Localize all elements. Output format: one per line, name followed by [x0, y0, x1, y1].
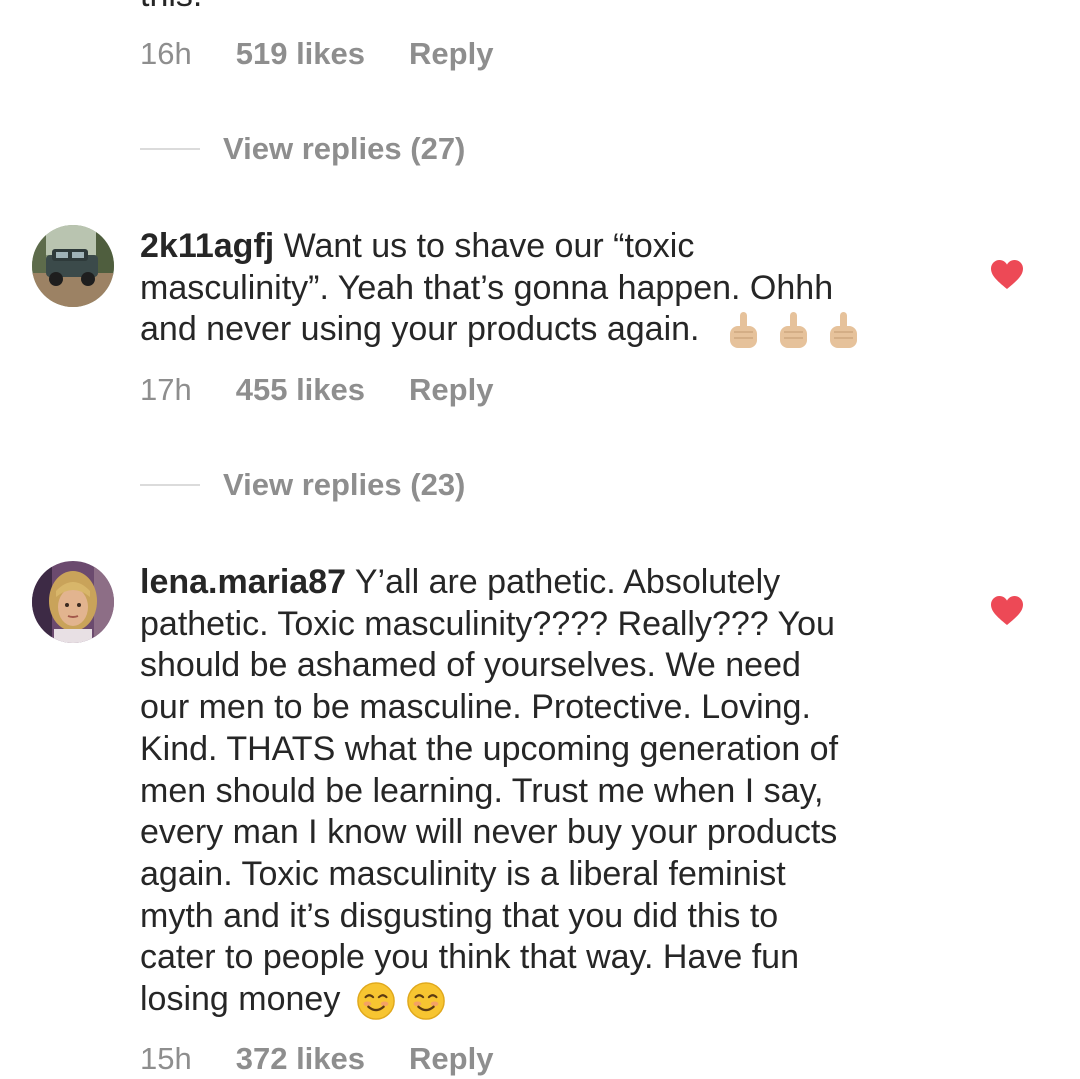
middle-finger-emoji	[773, 310, 813, 352]
like-heart-icon[interactable]	[990, 595, 1024, 627]
comment-text: Y’all are pathetic. Absolutely	[354, 563, 781, 601]
comment-line: Kind. THATS what the upcoming generation…	[140, 729, 839, 768]
likes-count-button[interactable]: 372 likes	[236, 1041, 365, 1077]
comment-body: lena.maria87 Y’all are pathetic. Absolut…	[140, 562, 940, 1022]
avatar-2k11agfj[interactable]	[32, 225, 114, 307]
avatar-image	[32, 561, 114, 643]
likes-count-button[interactable]: 455 likes	[236, 372, 365, 408]
smiling-face-emoji	[356, 980, 396, 1022]
comment-line: pathetic. Toxic masculinity???? Really??…	[140, 604, 835, 643]
avatar-lena-maria87[interactable]	[32, 561, 114, 643]
comment-text: and never using your products again.	[140, 310, 700, 349]
middle-finger-emoji	[723, 310, 763, 352]
comments-list: this. 16h 519 likes Reply View replies (…	[0, 0, 1080, 1079]
view-replies-divider	[140, 484, 200, 486]
middle-finger-emoji	[823, 310, 863, 352]
comment-body: 2k11agfj Want us to shave our “toxic mas…	[140, 226, 940, 352]
comment-timestamp: 16h	[140, 36, 192, 71]
comment-line: lena.maria87 Y’all are pathetic. Absolut…	[140, 562, 940, 604]
view-replies-button[interactable]: View replies (23)	[140, 467, 465, 503]
smiling-face-emoji	[406, 980, 446, 1022]
likes-count-button[interactable]: 519 likes	[236, 36, 365, 72]
view-replies-button[interactable]: View replies (27)	[140, 131, 465, 167]
comment-text-truncated: this.	[140, 0, 202, 12]
comment-text: Want us to shave our “toxic	[283, 227, 695, 265]
comment-line: men should be learning. Trust me when I …	[140, 771, 824, 810]
comment-line: 2k11agfj Want us to shave our “toxic	[140, 226, 940, 268]
comment-timestamp: 15h	[140, 1041, 192, 1076]
comment-line: every man I know will never buy your pro…	[140, 813, 838, 852]
comment-username[interactable]: lena.maria87	[140, 563, 346, 601]
comment-text: losing money	[140, 980, 341, 1019]
comment-line: masculinity”. Yeah that’s gonna happen. …	[140, 268, 834, 307]
like-heart-icon[interactable]	[990, 259, 1024, 291]
comment-meta: 15h 372 likes Reply	[140, 1041, 493, 1077]
avatar-image	[32, 225, 114, 307]
comment-username[interactable]: 2k11agfj	[140, 227, 274, 265]
comment-meta: 16h 519 likes Reply	[140, 36, 493, 72]
reply-button[interactable]: Reply	[409, 372, 493, 408]
comment-line: again. Toxic masculinity is a liberal fe…	[140, 854, 786, 893]
reply-button[interactable]: Reply	[409, 36, 493, 72]
comment-line: myth and it’s disgusting that you did th…	[140, 896, 779, 935]
comment-line: our men to be masculine. Protective. Lov…	[140, 688, 811, 727]
view-replies-label: View replies (27)	[223, 131, 466, 166]
reply-button[interactable]: Reply	[409, 1041, 493, 1077]
view-replies-divider	[140, 148, 200, 150]
comment-line: should be ashamed of yourselves. We need	[140, 646, 801, 685]
comment-line: losing money	[140, 979, 940, 1022]
comment-meta: 17h 455 likes Reply	[140, 372, 493, 408]
comment-line: and never using your products again.	[140, 309, 940, 352]
comment-timestamp: 17h	[140, 372, 192, 407]
view-replies-label: View replies (23)	[223, 467, 466, 502]
comment-line: cater to people you think that way. Have…	[140, 938, 799, 977]
